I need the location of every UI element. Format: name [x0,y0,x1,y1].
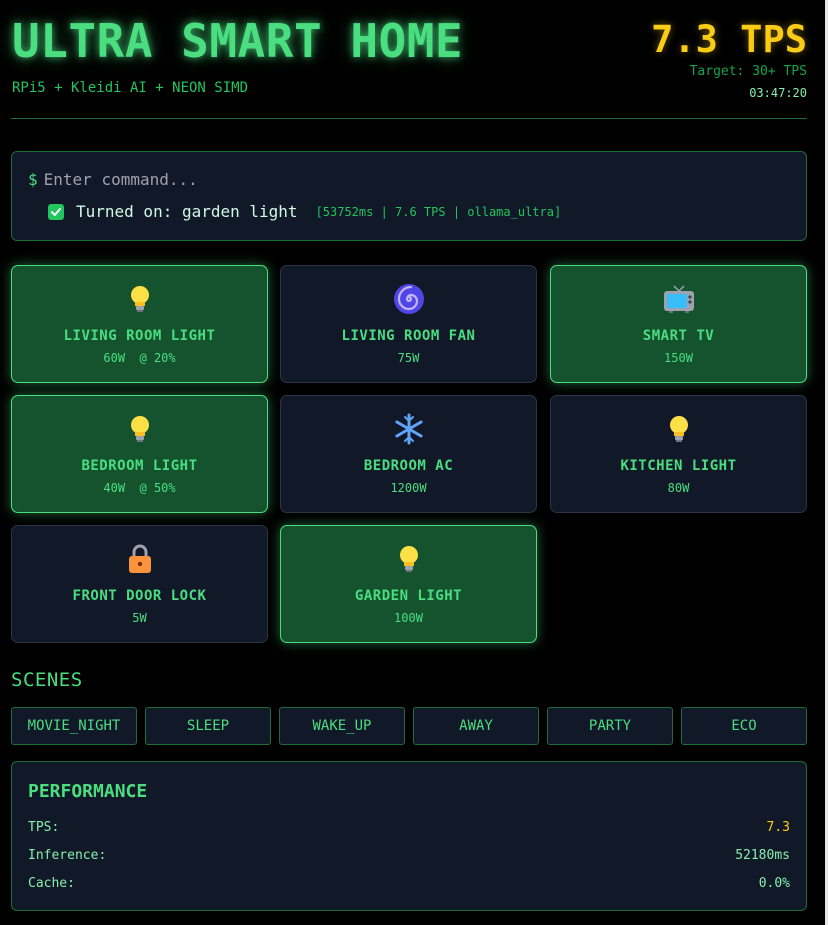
scene-button-movie-night[interactable]: MOVIE_NIGHT [11,707,137,745]
perf-row-cache: Cache: 0.0% [28,876,790,894]
command-input[interactable] [37,170,744,189]
device-name: SMART TV [642,328,715,344]
device-bedroom-light[interactable]: BEDROOM LIGHT 40W @ 50% [11,395,268,513]
device-front-door-lock[interactable]: FRONT DOOR LOCK 5W [11,525,268,643]
performance-heading: PERFORMANCE [28,781,148,802]
device-living-room-light[interactable]: LIVING ROOM LIGHT 60W @ 20% [11,265,268,383]
perf-tps-value: 7.3 [766,820,790,835]
lightbulb-icon [551,413,806,445]
lightbulb-icon [12,413,267,445]
device-bedroom-ac[interactable]: BEDROOM AC 1200W [280,395,537,513]
scenes-heading: SCENES [11,669,83,691]
fan-icon [281,283,536,315]
page-subtitle: RPi5 + Kleidi AI + NEON SIMD [12,80,249,96]
perf-inference-value: 52180ms [735,848,790,863]
page-title: ULTRA SMART HOME [12,14,464,68]
device-name: BEDROOM AC [363,458,454,474]
device-living-room-fan[interactable]: LIVING ROOM FAN 75W [280,265,537,383]
result-metadata: [53752ms | 7.6 TPS | ollama_ultra] [315,204,562,219]
device-power: 75W [397,351,420,365]
snowflake-icon [281,413,536,445]
scene-button-away[interactable]: AWAY [413,707,539,745]
tps-target: Target: 30+ TPS [689,64,807,79]
command-panel: $ Turned on: garden light [53752ms | 7.6… [11,151,807,241]
device-name: LIVING ROOM LIGHT [63,328,216,344]
smart-home-dashboard: ULTRA SMART HOME RPi5 + Kleidi AI + NEON… [0,0,828,925]
device-power: 40W @ 50% [103,481,176,495]
device-power: 100W [394,611,423,625]
perf-tps-label: TPS: [28,820,60,835]
perf-cache-value: 0.0% [758,876,790,891]
device-power: 1200W [390,481,427,495]
scene-button-eco[interactable]: ECO [681,707,807,745]
device-power: 60W @ 20% [103,351,176,365]
device-name: GARDEN LIGHT [354,588,463,604]
tps-readout: 7.3 TPS [651,18,807,61]
device-kitchen-light[interactable]: KITCHEN LIGHT 80W [550,395,807,513]
device-name: BEDROOM LIGHT [81,458,198,474]
device-power: 80W [667,481,690,495]
performance-panel: PERFORMANCE TPS: 7.3 Inference: 52180ms … [11,761,807,911]
lightbulb-icon [12,283,267,315]
command-result: Turned on: garden light [53752ms | 7.6 T… [48,202,561,221]
perf-cache-label: Cache: [28,876,75,891]
lightbulb-icon [281,543,536,575]
scene-button-wake-up[interactable]: WAKE_UP [279,707,405,745]
result-message: Turned on: garden light [76,202,298,221]
command-prompt-row: $ [28,170,744,189]
scene-button-sleep[interactable]: SLEEP [145,707,271,745]
header: ULTRA SMART HOME RPi5 + Kleidi AI + NEON… [11,0,807,119]
tv-icon [551,283,806,315]
device-smart-tv[interactable]: SMART TV 150W [550,265,807,383]
prompt-symbol: $ [28,170,38,189]
device-name: LIVING ROOM FAN [341,328,476,344]
device-name: FRONT DOOR LOCK [72,588,207,604]
device-name: KITCHEN LIGHT [620,458,737,474]
scene-button-party[interactable]: PARTY [547,707,673,745]
check-icon [48,203,64,220]
device-garden-light[interactable]: GARDEN LIGHT 100W [280,525,537,643]
device-power: 5W [132,611,147,625]
clock: 03:47:20 [749,86,807,100]
lock-icon [12,543,267,575]
perf-row-inference: Inference: 52180ms [28,848,790,866]
device-power: 150W [664,351,693,365]
perf-row-tps: TPS: 7.3 [28,820,790,838]
perf-inference-label: Inference: [28,848,107,863]
